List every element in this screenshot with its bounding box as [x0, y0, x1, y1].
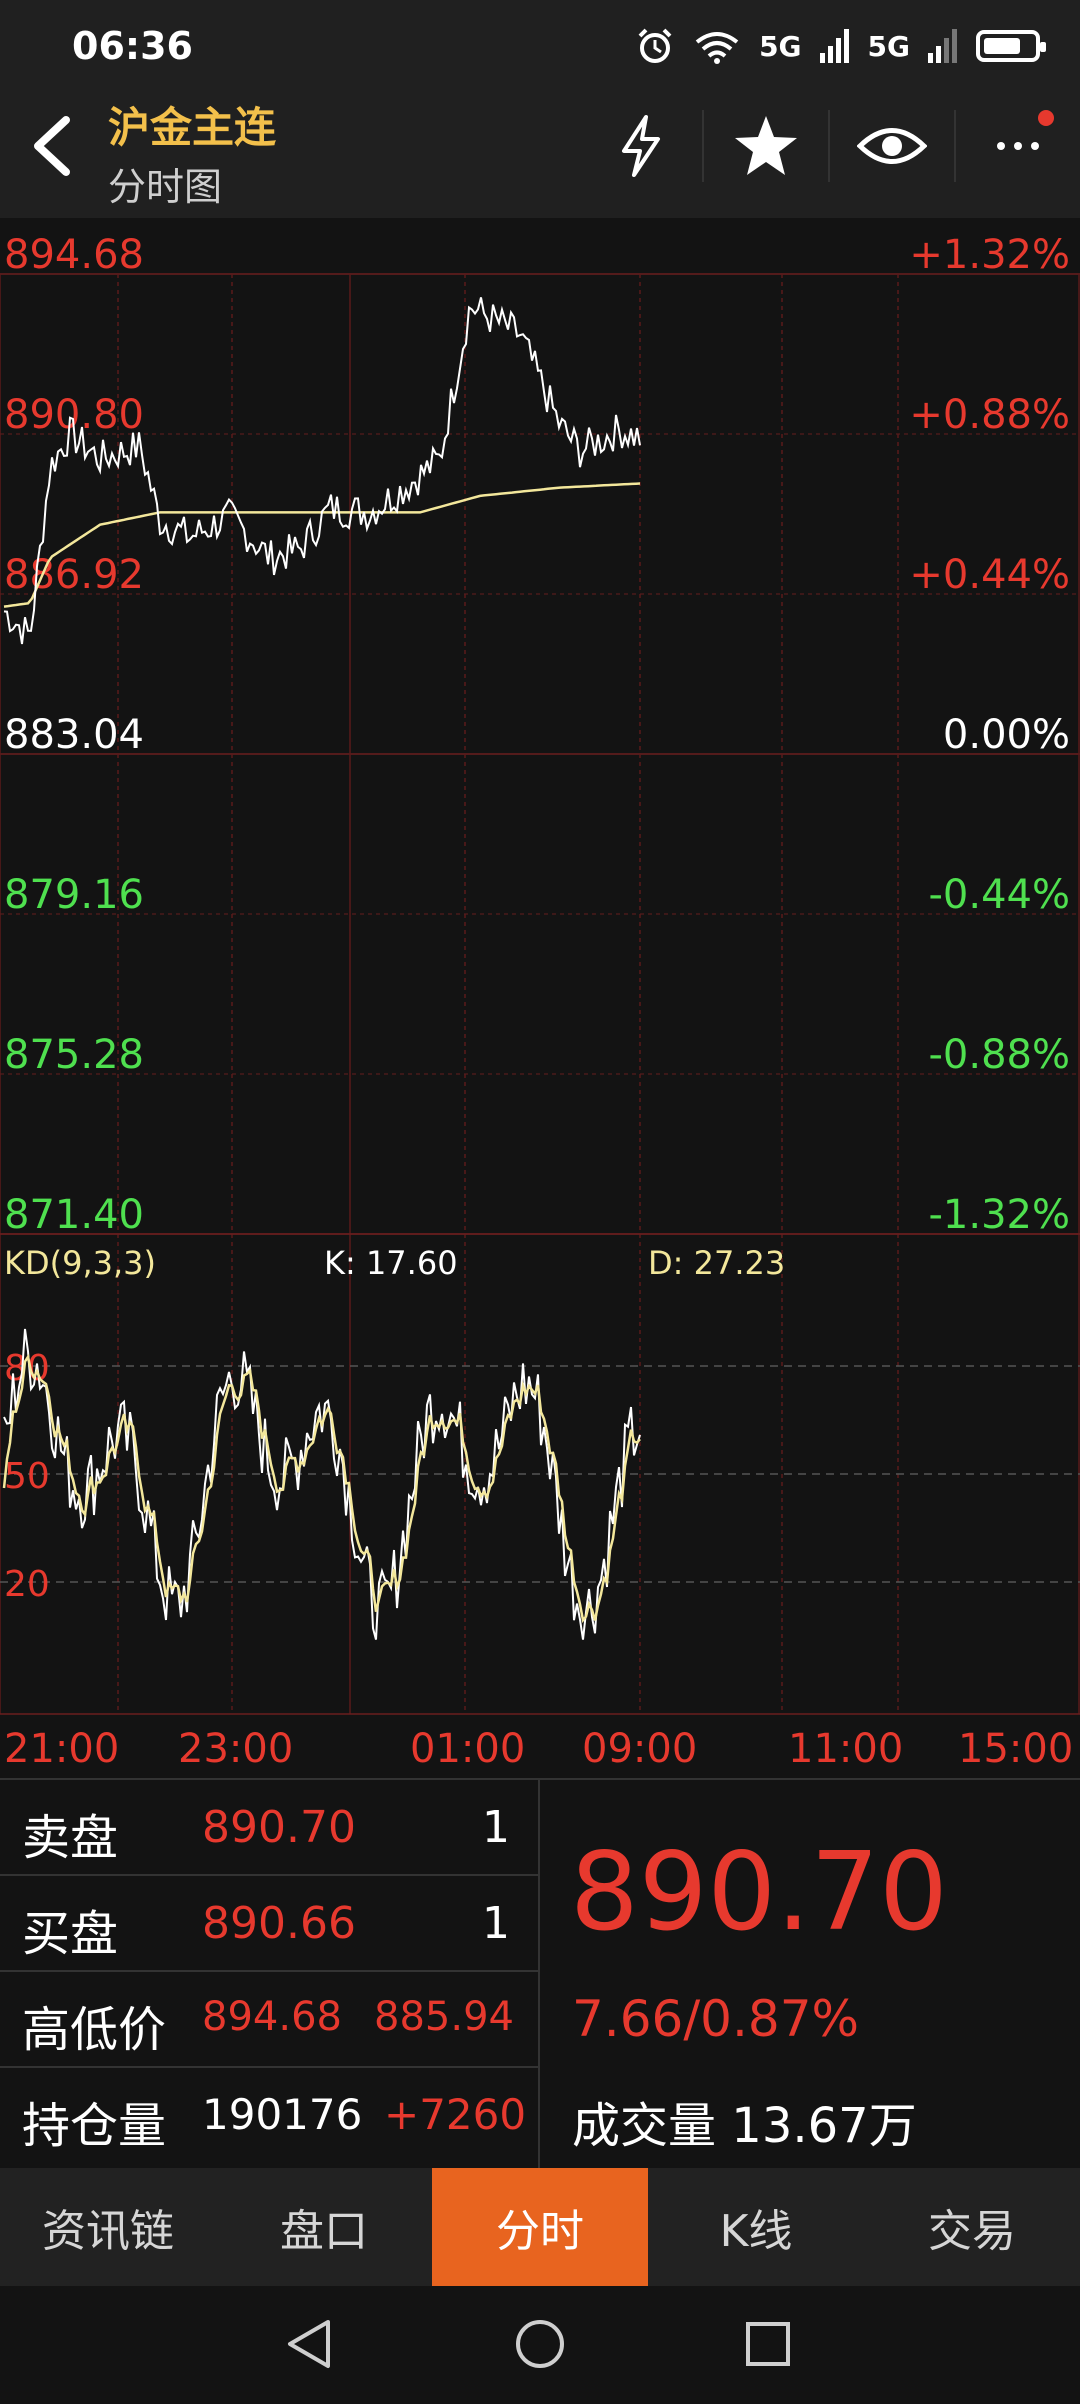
nav-back-icon[interactable]: [288, 2320, 330, 2368]
percent-axis-label: +0.44%: [909, 552, 1070, 598]
panel-divider: [538, 1780, 540, 2170]
battery-icon: [976, 30, 1046, 62]
kd-level-label: 20: [4, 1564, 50, 1605]
percent-axis-label: +1.32%: [909, 232, 1070, 278]
percent-axis-label: -0.88%: [928, 1032, 1070, 1078]
time-axis-label: 09:00: [582, 1726, 697, 1772]
more-button[interactable]: [954, 110, 1080, 182]
buy-row: 买盘 890.66 1: [0, 1876, 538, 1972]
open-interest: 190176: [202, 2090, 363, 2139]
last-price: 890.70: [570, 1830, 948, 1955]
open-interest-row: 持仓量 190176 +7260: [0, 2068, 538, 2164]
flash-button[interactable]: [578, 110, 702, 182]
volume-label: 成交量: [572, 2098, 717, 2154]
nav-home-icon[interactable]: [516, 2320, 564, 2368]
app-header: 沪金主连 分时图: [0, 70, 1080, 218]
time-axis-label: 11:00: [788, 1726, 903, 1772]
open-interest-label: 持仓量: [22, 2098, 167, 2154]
buy-price: 890.66: [202, 1898, 356, 1949]
open-interest-change: +7260: [384, 2090, 527, 2139]
tab-trade[interactable]: 交易: [864, 2168, 1080, 2286]
signal-label-1: 5G: [759, 29, 802, 63]
percent-axis-label: -1.32%: [928, 1192, 1070, 1238]
time-axis-label: 01:00: [410, 1726, 525, 1772]
volume-value: 13.67万: [731, 2098, 917, 2154]
eye-icon: [857, 128, 927, 164]
signal-bars-icon: [819, 29, 849, 63]
signal-label-2: 5G: [867, 29, 910, 63]
star-icon: [735, 116, 797, 175]
price-change: 7.66/0.87%: [572, 1990, 860, 2048]
high-low-row: 高低价 894.68 885.94: [0, 1972, 538, 2068]
percent-axis-label: -0.44%: [928, 872, 1070, 918]
tab-news[interactable]: 资讯链: [0, 2168, 216, 2286]
price-axis-label: 875.28: [4, 1032, 144, 1078]
page-subtitle: 分时图: [108, 165, 223, 209]
buy-label: 买盘: [22, 1906, 119, 1962]
sell-price: 890.70: [202, 1802, 356, 1853]
more-dots-icon: [997, 142, 1039, 150]
kd-k-line: [3, 1328, 641, 1640]
kd-k-value: K: 17.60: [324, 1244, 458, 1282]
price-axis-label: 886.92: [4, 552, 144, 598]
high-low-label: 高低价: [22, 2002, 167, 2058]
sell-qty: 1: [482, 1802, 510, 1853]
chart-canvas[interactable]: 894.68 +1.32%890.80 +0.88%886.92 +0.44%883.…: [0, 218, 1080, 1778]
watch-button[interactable]: [828, 110, 954, 182]
sell-row: 卖盘 890.70 1: [0, 1780, 538, 1876]
status-icons: 5G 5G: [635, 26, 1046, 66]
system-nav-bar: [0, 2286, 1080, 2400]
lightning-icon: [622, 115, 660, 177]
nav-recents-icon[interactable]: [746, 2322, 790, 2366]
price-axis-label: 883.04: [4, 712, 144, 758]
time-axis-label: 21:00: [4, 1726, 119, 1772]
price-axis-label: 871.40: [4, 1192, 144, 1238]
tab-kline[interactable]: K线: [648, 2168, 864, 2286]
tab-order-book[interactable]: 盘口: [216, 2168, 432, 2286]
sell-label: 卖盘: [22, 1810, 119, 1866]
header-actions: [578, 110, 1080, 182]
high-price: 894.68: [202, 1994, 342, 2040]
favorite-button[interactable]: [702, 110, 828, 182]
quote-panel: 卖盘 890.70 1 买盘 890.66 1 高低价 894.68 885.9…: [0, 1778, 1080, 2170]
back-button[interactable]: [26, 114, 86, 176]
back-arrow-icon: [34, 116, 70, 176]
time-axis-label: 15:00: [958, 1726, 1073, 1772]
tab-intraday[interactable]: 分时: [432, 2168, 648, 2286]
percent-axis-label: 0.00%: [943, 712, 1070, 758]
volume: 成交量 13.67万: [572, 2086, 917, 2156]
intraday-chart[interactable]: 894.68 +1.32% 890.80 +0.88% 886.92 +0.44% 883.…: [0, 218, 1080, 1778]
low-price: 885.94: [374, 1994, 514, 2040]
time-axis-label: 23:00: [178, 1726, 293, 1772]
bottom-tabs: 资讯链 盘口 分时 K线 交易: [0, 2168, 1080, 2286]
kd-title: KD(9,3,3): [4, 1244, 156, 1282]
price-axis-label: 894.68: [4, 232, 144, 278]
alarm-icon: [638, 28, 672, 63]
kd-d-value: D: 27.23: [648, 1244, 785, 1282]
page-title: 沪金主连: [108, 103, 277, 152]
notification-dot: [1038, 110, 1054, 126]
price-axis-label: 879.16: [4, 872, 144, 918]
kd-d-line: [2, 1353, 641, 1624]
wifi-icon: [695, 32, 739, 64]
status-time: 06:36: [72, 24, 193, 68]
buy-qty: 1: [482, 1898, 510, 1949]
percent-axis-label: +0.88%: [909, 392, 1070, 438]
signal-bars-icon-2: [928, 29, 957, 63]
kd-level-label: 50: [4, 1456, 50, 1497]
